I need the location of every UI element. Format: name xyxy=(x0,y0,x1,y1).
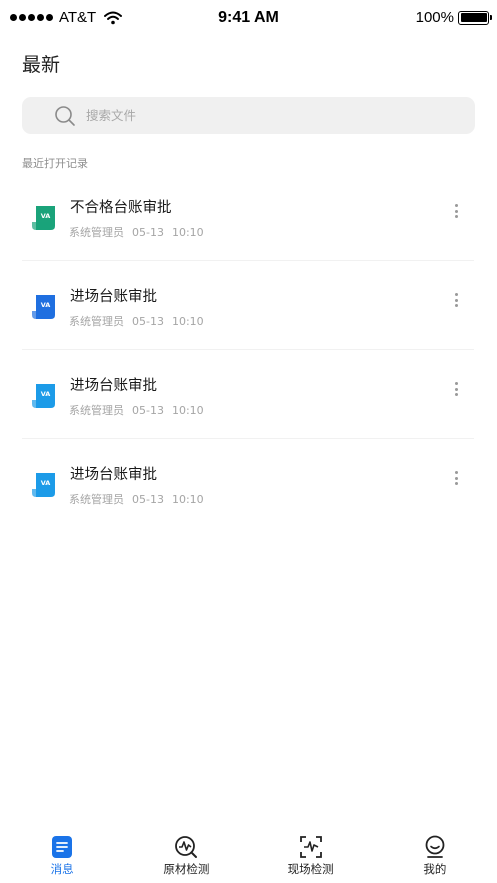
file-meta: 系统管理员 05-13 10:10 xyxy=(69,224,204,240)
svg-text:VA: VA xyxy=(41,301,51,309)
file-item[interactable]: VA 不合格台账审批 系统管理员 05-13 10:10 xyxy=(22,172,474,261)
tab-label: 消息 xyxy=(50,862,74,876)
recent-records-label: 最近打开记录 xyxy=(22,157,88,170)
file-time: 10:10 xyxy=(171,315,204,328)
file-time: 10:10 xyxy=(171,226,204,239)
file-time: 10:10 xyxy=(171,493,204,506)
file-date: 05-13 xyxy=(132,315,164,328)
file-title: 进场台账审批 xyxy=(70,289,157,305)
file-time: 10:10 xyxy=(171,404,204,417)
material-test-icon xyxy=(175,836,198,858)
more-options-icon[interactable] xyxy=(448,291,464,309)
tab-profile[interactable]: 我的 xyxy=(373,823,497,883)
site-scan-icon xyxy=(299,836,322,858)
file-meta: 系统管理员 05-13 10:10 xyxy=(69,491,204,507)
tab-label: 原材检测 xyxy=(163,862,210,876)
battery-percentage: 100% xyxy=(415,9,454,26)
bottom-tab-bar: 消息 原材检测 现场检测 我的 xyxy=(0,823,497,883)
tab-label: 现场检测 xyxy=(287,862,334,876)
tab-site-test[interactable]: 现场检测 xyxy=(249,823,373,883)
ledger-file-icon: VA xyxy=(32,206,55,230)
file-item[interactable]: VA 进场台账审批 系统管理员 05-13 10:10 xyxy=(22,350,474,439)
file-item[interactable]: VA 进场台账审批 系统管理员 05-13 10:10 xyxy=(22,439,474,528)
file-title: 进场台账审批 xyxy=(70,378,157,394)
search-input[interactable] xyxy=(86,97,446,134)
recent-file-list: VA 不合格台账审批 系统管理员 05-13 10:10 VA 进场台账审批 系统管… xyxy=(22,172,474,528)
battery-icon xyxy=(458,10,492,25)
file-date: 05-13 xyxy=(132,226,164,239)
file-owner: 系统管理员 xyxy=(69,404,124,417)
ledger-file-icon: VA xyxy=(32,295,55,319)
page-title: 最新 xyxy=(22,54,61,76)
file-owner: 系统管理员 xyxy=(69,315,124,328)
ledger-file-icon: VA xyxy=(32,384,55,408)
search-bar[interactable] xyxy=(22,97,475,134)
profile-icon xyxy=(425,835,445,858)
file-meta: 系统管理员 05-13 10:10 xyxy=(69,313,204,329)
tab-messages[interactable]: 消息 xyxy=(0,823,124,883)
tab-label: 我的 xyxy=(423,862,447,876)
svg-text:VA: VA xyxy=(41,479,51,487)
more-options-icon[interactable] xyxy=(448,380,464,398)
file-owner: 系统管理员 xyxy=(69,226,124,239)
file-title: 进场台账审批 xyxy=(70,467,157,483)
file-date: 05-13 xyxy=(132,493,164,506)
file-meta: 系统管理员 05-13 10:10 xyxy=(69,402,204,418)
ledger-file-icon: VA xyxy=(32,473,55,497)
file-date: 05-13 xyxy=(132,404,164,417)
search-icon xyxy=(55,106,75,126)
svg-text:VA: VA xyxy=(41,212,51,220)
file-item[interactable]: VA 进场台账审批 系统管理员 05-13 10:10 xyxy=(22,261,474,350)
message-icon xyxy=(52,836,73,858)
more-options-icon[interactable] xyxy=(448,202,464,220)
file-owner: 系统管理员 xyxy=(69,493,124,506)
status-bar: AT&T 9:41 AM 100% xyxy=(0,0,497,38)
file-title: 不合格台账审批 xyxy=(70,200,172,216)
status-right: 100% xyxy=(415,9,492,26)
svg-text:VA: VA xyxy=(41,390,51,398)
tab-material-test[interactable]: 原材检测 xyxy=(124,823,248,883)
more-options-icon[interactable] xyxy=(448,469,464,487)
